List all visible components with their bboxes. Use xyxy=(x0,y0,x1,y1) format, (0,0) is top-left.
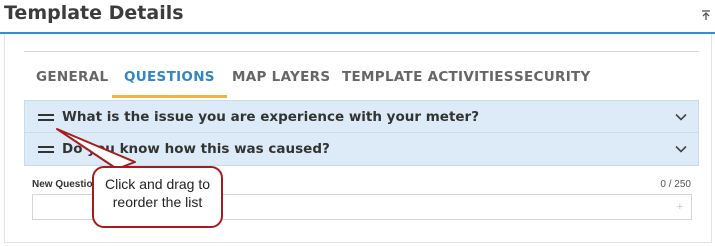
question-row[interactable]: What is the issue you are experience wit… xyxy=(24,100,699,133)
question-row[interactable]: Do you know how this was caused? xyxy=(24,133,699,166)
new-question-label: New Question xyxy=(32,179,99,190)
tooltip-callout: Click and drag to reorder the list xyxy=(92,166,223,228)
question-text: What is the issue you are experience wit… xyxy=(62,109,480,125)
question-list: What is the issue you are experience wit… xyxy=(24,100,699,166)
plus-icon[interactable]: + xyxy=(677,201,683,213)
page-header: Template Details xyxy=(0,0,715,34)
page-title: Template Details xyxy=(4,2,184,24)
divider xyxy=(24,51,699,52)
tab-bar: GENERAL QUESTIONS MAP LAYERS TEMPLATE AC… xyxy=(24,58,699,100)
tab-security[interactable]: SECURITY xyxy=(502,58,603,98)
question-text: Do you know how this was caused? xyxy=(62,141,330,157)
character-count: 0 / 250 xyxy=(660,179,691,190)
drag-handle-icon[interactable] xyxy=(38,114,54,121)
tab-general[interactable]: GENERAL xyxy=(24,58,120,98)
tab-map-layers[interactable]: MAP LAYERS xyxy=(220,58,342,98)
collapse-up-icon[interactable] xyxy=(700,10,712,22)
tab-questions[interactable]: QUESTIONS xyxy=(112,58,227,98)
tab-template-activities[interactable]: TEMPLATE ACTIVITIES xyxy=(330,58,526,98)
chevron-down-icon[interactable] xyxy=(674,110,688,124)
chevron-down-icon[interactable] xyxy=(674,142,688,156)
drag-handle-icon[interactable] xyxy=(38,146,54,153)
